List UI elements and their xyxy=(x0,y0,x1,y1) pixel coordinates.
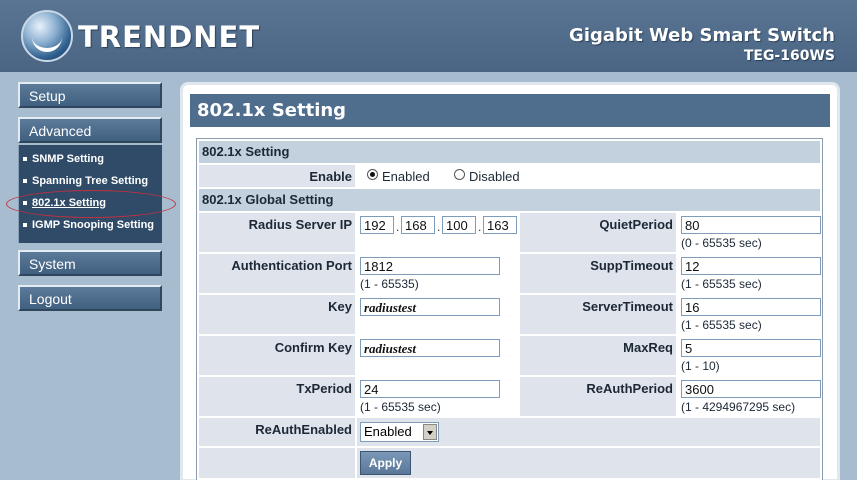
radius-server-ip-label: Radius Server IP xyxy=(248,217,352,232)
value-cell: 192 . 168 . 100 . 163 xyxy=(357,213,518,252)
servertimeout-range: (1 - 65535 sec) xyxy=(681,318,762,332)
submenu-item-label: SNMP Setting xyxy=(32,153,104,165)
label-cell: MaxReq xyxy=(520,336,676,375)
radius-ip-octet-4-input[interactable]: 163 xyxy=(483,216,517,234)
label-cell: Key xyxy=(199,295,355,334)
submenu-item-label: 802.1x Setting xyxy=(32,197,106,209)
value-cell: radiustest xyxy=(357,295,518,334)
content-panel: 802.1x Setting 802.1x Setting Enable Ena… xyxy=(180,82,840,480)
bullet-icon xyxy=(23,179,27,184)
servertimeout-label: ServerTimeout xyxy=(582,299,673,314)
reauthenabled-select[interactable]: Enabled xyxy=(360,422,439,442)
supptimeout-input[interactable]: 12 xyxy=(681,257,821,275)
value-cell: 16 (1 - 65535 sec) xyxy=(678,295,821,334)
label-cell: Enable xyxy=(199,165,355,187)
reauthperiod-range: (1 - 4294967295 sec) xyxy=(681,400,796,414)
disabled-radio[interactable] xyxy=(454,169,465,180)
product-title: Gigabit Web Smart Switch xyxy=(569,25,835,46)
txperiod-label: TxPeriod xyxy=(296,381,352,396)
section-header-8021x-setting: 802.1x Setting xyxy=(199,141,820,163)
auth-port-range: (1 - 65535) xyxy=(360,277,419,291)
quietperiod-label: QuietPeriod xyxy=(599,217,673,232)
key-input[interactable]: radiustest xyxy=(360,298,500,316)
quietperiod-range: (0 - 65535 sec) xyxy=(681,236,762,250)
reauthenabled-selected-value: Enabled xyxy=(364,424,412,439)
bullet-icon xyxy=(23,201,27,206)
enabled-radio[interactable] xyxy=(367,169,378,180)
submenu-item-label: IGMP Snooping Setting xyxy=(32,219,155,231)
value-cell: 3600 (1 - 4294967295 sec) xyxy=(678,377,821,416)
label-cell: Radius Server IP xyxy=(199,213,355,252)
brand-name: TRENDNET xyxy=(78,20,261,54)
label-cell: QuietPeriod xyxy=(520,213,676,252)
confirm-key-input[interactable]: radiustest xyxy=(360,339,500,357)
key-label: Key xyxy=(328,299,352,314)
maxreq-range: (1 - 10) xyxy=(681,359,720,373)
nav-advanced-button[interactable]: Advanced xyxy=(18,117,162,143)
header-banner: TRENDNET Gigabit Web Smart Switch TEG-16… xyxy=(0,0,857,72)
value-cell: Enabled Disabled xyxy=(357,165,820,187)
apply-button[interactable]: Apply xyxy=(360,451,411,475)
bullet-icon xyxy=(23,223,27,228)
nav-setup-button[interactable]: Setup xyxy=(18,82,162,108)
ip-dot: . xyxy=(396,220,400,234)
nav-logout-button[interactable]: Logout xyxy=(18,285,162,311)
section-header-global-setting: 802.1x Global Setting xyxy=(199,189,820,211)
auth-port-label: Authentication Port xyxy=(231,258,352,273)
disabled-radio-label: Disabled xyxy=(469,169,520,184)
txperiod-input[interactable]: 24 xyxy=(360,380,500,398)
value-cell: 80 (0 - 65535 sec) xyxy=(678,213,821,252)
trendnet-logo-icon xyxy=(21,10,73,62)
supptimeout-range: (1 - 65535 sec) xyxy=(681,277,762,291)
label-cell: ReAuthPeriod xyxy=(520,377,676,416)
ip-dot: . xyxy=(437,220,441,234)
submenu-item-snmp-setting[interactable]: SNMP Setting xyxy=(23,153,104,165)
advanced-submenu: SNMP Setting Spanning Tree Setting 802.1… xyxy=(18,145,162,243)
radius-ip-octet-3-input[interactable]: 100 xyxy=(442,216,476,234)
radius-ip-octet-1-input[interactable]: 192 xyxy=(360,216,394,234)
nav-system-button[interactable]: System xyxy=(18,250,162,276)
value-cell: Enabled xyxy=(357,418,820,446)
page-title-bar: 802.1x Setting xyxy=(190,94,830,127)
value-cell: Apply xyxy=(357,448,820,478)
label-cell: ServerTimeout xyxy=(520,295,676,334)
label-cell: Authentication Port xyxy=(199,254,355,293)
submenu-item-label: Spanning Tree Setting xyxy=(32,175,149,187)
value-cell: 12 (1 - 65535 sec) xyxy=(678,254,821,293)
radius-ip-octet-2-input[interactable]: 168 xyxy=(401,216,435,234)
quietperiod-input[interactable]: 80 xyxy=(681,216,821,234)
settings-form: 802.1x Setting Enable Enabled Disabled 8… xyxy=(196,138,823,480)
reauthperiod-label: ReAuthPeriod xyxy=(586,381,673,396)
reauthenabled-label: ReAuthEnabled xyxy=(255,422,352,437)
confirm-key-label: Confirm Key xyxy=(274,340,352,355)
bullet-icon xyxy=(23,157,27,162)
label-cell: ReAuthEnabled xyxy=(199,418,355,446)
supptimeout-label: SuppTimeout xyxy=(590,258,673,273)
reauthperiod-input[interactable]: 3600 xyxy=(681,380,821,398)
value-cell: 5 (1 - 10) xyxy=(678,336,821,375)
maxreq-label: MaxReq xyxy=(623,340,673,355)
submenu-item-spanning-tree-setting[interactable]: Spanning Tree Setting xyxy=(23,175,148,187)
servertimeout-input[interactable]: 16 xyxy=(681,298,821,316)
enabled-radio-label: Enabled xyxy=(382,169,430,184)
label-cell: Confirm Key xyxy=(199,336,355,375)
submenu-item-igmp-snooping-setting[interactable]: IGMP Snooping Setting xyxy=(23,219,154,231)
chevron-down-icon[interactable] xyxy=(423,424,437,440)
value-cell: 24 (1 - 65535 sec) xyxy=(357,377,518,416)
product-model: TEG-160WS xyxy=(743,48,835,64)
label-cell: TxPeriod xyxy=(199,377,355,416)
page-title: 802.1x Setting xyxy=(197,100,347,121)
label-cell xyxy=(199,448,355,478)
value-cell: radiustest xyxy=(357,336,518,375)
submenu-item-8021x-setting[interactable]: 802.1x Setting xyxy=(23,197,106,209)
value-cell: 1812 (1 - 65535) xyxy=(357,254,518,293)
ip-dot: . xyxy=(478,220,482,234)
maxreq-input[interactable]: 5 xyxy=(681,339,821,357)
enable-label: Enable xyxy=(309,169,352,184)
auth-port-input[interactable]: 1812 xyxy=(360,257,500,275)
label-cell: SuppTimeout xyxy=(520,254,676,293)
txperiod-range: (1 - 65535 sec) xyxy=(360,400,441,414)
